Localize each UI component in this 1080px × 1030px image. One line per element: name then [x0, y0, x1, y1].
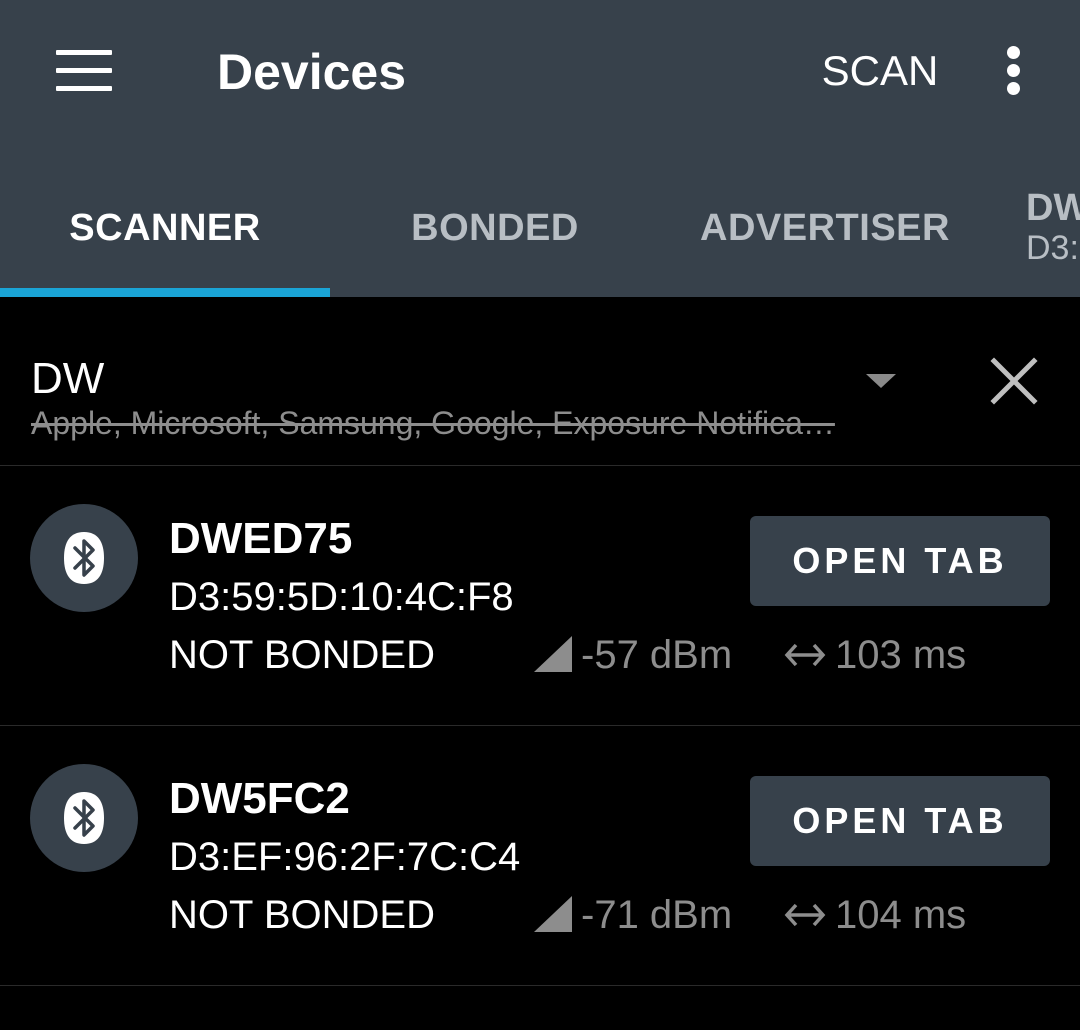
rssi-value: -57 dBm	[581, 633, 733, 677]
scan-filter[interactable]: DW Apple, Microsoft, Samsung, Google, Ex…	[0, 297, 1080, 465]
tab-device-label: DW	[1026, 187, 1080, 229]
bluetooth-icon	[64, 532, 104, 584]
overflow-menu-button[interactable]	[984, 36, 1044, 106]
tab-scanner[interactable]: SCANNER	[0, 190, 330, 270]
page-title: Devices	[217, 44, 407, 100]
device-row[interactable]: DW5FC2 D3:EF:96:2F:7C:C4 NOT BONDED OPEN…	[0, 726, 1080, 985]
rssi-value: -71 dBm	[581, 893, 733, 937]
device-row[interactable]: DWED75 D3:59:5D:10:4C:F8 NOT BONDED OPEN…	[0, 466, 1080, 725]
app-bar: Devices SCAN SCANNER BONDED ADVERTISER D…	[0, 0, 1080, 297]
device-name: DWED75	[169, 514, 353, 563]
swap-horiz-icon	[784, 643, 826, 667]
swap-horiz-icon	[784, 903, 826, 927]
tab-indicator	[0, 288, 330, 297]
bond-state: NOT BONDED	[169, 633, 435, 677]
filter-text: DW	[31, 354, 105, 403]
open-tab-button[interactable]: OPEN TAB	[750, 516, 1050, 606]
filter-excluded-vendors: Apple, Microsoft, Samsung, Google, Expos…	[31, 405, 835, 441]
scan-button[interactable]: SCAN	[810, 36, 950, 106]
open-tab-button[interactable]: OPEN TAB	[750, 776, 1050, 866]
device-avatar	[30, 504, 138, 612]
clear-filter-button[interactable]	[984, 351, 1044, 411]
bond-state: NOT BONDED	[169, 893, 435, 937]
close-icon	[990, 357, 1038, 405]
device-address: D3:EF:96:2F:7C:C4	[169, 835, 521, 879]
tab-bonded[interactable]: BONDED	[330, 190, 660, 270]
device-address: D3:59:5D:10:4C:F8	[169, 575, 514, 619]
device-name: DW5FC2	[169, 774, 350, 823]
advertising-interval: 103 ms	[835, 633, 967, 677]
tab-device-sublabel: D3:	[1026, 229, 1079, 267]
divider	[0, 985, 1080, 986]
advertising-interval: 104 ms	[835, 893, 967, 937]
arrow-drop-down-icon[interactable]	[866, 374, 896, 388]
bluetooth-icon	[64, 792, 104, 844]
signal-strength-icon	[534, 896, 572, 932]
tab-device[interactable]: DW D3:	[1026, 186, 1080, 276]
signal-strength-icon	[534, 636, 572, 672]
menu-button[interactable]	[40, 30, 130, 110]
device-avatar	[30, 764, 138, 872]
tab-advertiser[interactable]: ADVERTISER	[660, 190, 990, 270]
